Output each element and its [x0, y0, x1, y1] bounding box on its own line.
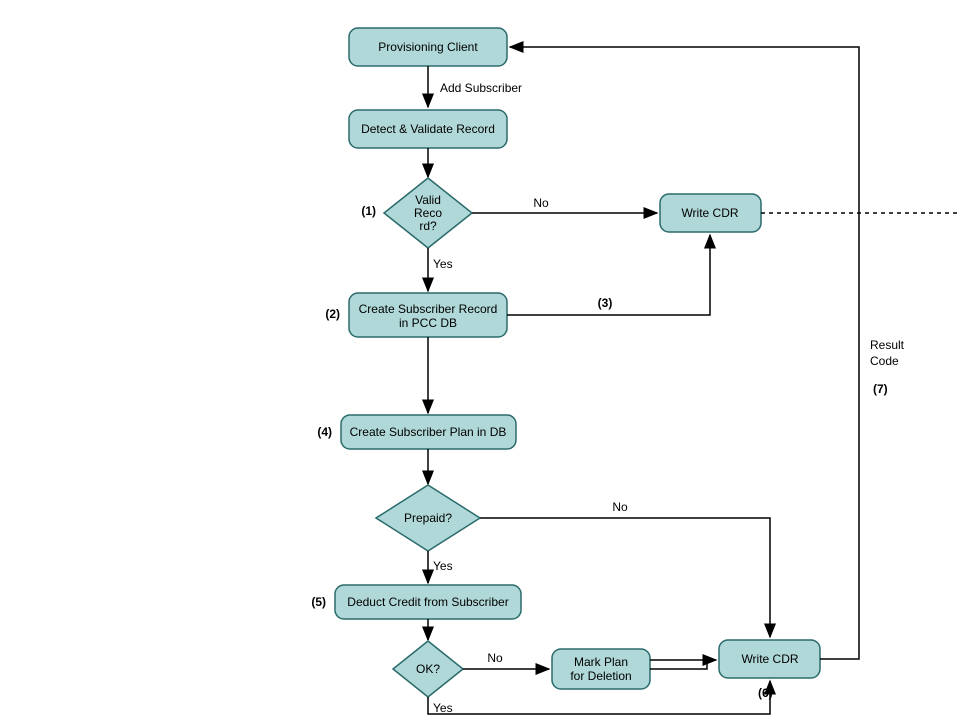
label-result-1: Result	[870, 338, 905, 352]
label-create-record-1: Create Subscriber Record	[359, 302, 498, 316]
label-valid-3: rd?	[419, 219, 437, 233]
label-ok-no: No	[487, 651, 503, 665]
label-create-plan: Create Subscriber Plan in DB	[350, 425, 507, 439]
label-deduct-credit: Deduct Credit from Subscriber	[347, 595, 508, 609]
label-provisioning-client: Provisioning Client	[378, 40, 478, 54]
label-ok-yes: Yes	[433, 701, 453, 715]
label-create-record-2: in PCC DB	[399, 316, 457, 330]
arrow-prepaid-no	[480, 518, 770, 637]
annotation-4: (4)	[317, 425, 332, 439]
annotation-1: (1)	[361, 204, 376, 218]
annotation-2: (2)	[325, 307, 340, 321]
arrow-mark-plan-right	[650, 660, 707, 669]
arrow-result-code	[510, 47, 859, 659]
label-result-2: Code	[870, 354, 899, 368]
label-mark-plan-1: Mark Plan	[574, 655, 628, 669]
label-prepaid-yes: Yes	[433, 559, 453, 573]
annotation-7: (7)	[873, 382, 888, 396]
label-valid-1: Valid	[415, 193, 441, 207]
annotation-3: (3)	[598, 296, 613, 310]
flowchart-diagram: Provisioning Client Add Subscriber Detec…	[0, 0, 960, 720]
label-ok: OK?	[416, 662, 440, 676]
label-prepaid-no: No	[612, 500, 628, 514]
label-write-cdr-2: Write CDR	[741, 652, 798, 666]
label-prepaid: Prepaid?	[404, 511, 452, 525]
label-valid-yes: Yes	[433, 257, 453, 271]
label-valid-2: Reco	[414, 206, 442, 220]
label-detect-validate: Detect & Validate Record	[361, 122, 495, 136]
label-valid-no: No	[533, 196, 549, 210]
label-write-cdr-1: Write CDR	[681, 206, 738, 220]
annotation-5: (5)	[311, 595, 326, 609]
label-mark-plan-2: for Deletion	[570, 669, 631, 683]
label-add-subscriber: Add Subscriber	[440, 81, 522, 95]
